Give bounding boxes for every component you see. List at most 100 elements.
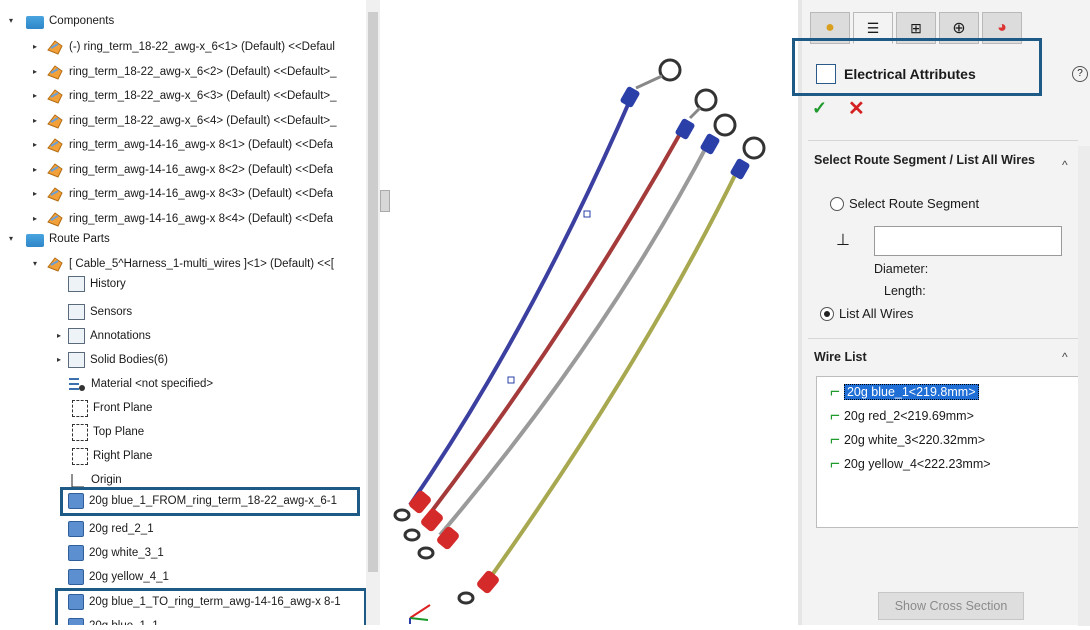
highlight-box [60,487,360,516]
expand-icon[interactable]: ▾ [6,234,16,243]
tree-label: ring_term_awg-14-16_awg-x 8<4> (Default)… [69,212,334,225]
tree-node-sensors[interactable]: Sensors [68,300,132,324]
tree-label: Material <not specified> [91,378,214,390]
harness-model [393,58,766,624]
configuration-icon: ⊞ [910,19,922,36]
wire-list-item[interactable]: ⌐ 20g blue_1<219.8mm> [830,382,979,402]
wire-list-item[interactable]: ⌐ 20g yellow_4<222.23mm> [830,454,991,474]
tree-node-component[interactable]: ▸ ring_term_18-22_awg-x_6<4> (Default) <<… [30,109,337,133]
terminal-top-2[interactable] [674,88,718,140]
part-icon [46,63,64,81]
tree-node-component[interactable]: ▸ ring_term_awg-14-16_awg-x 8<3> (Default… [30,182,333,206]
expand-icon[interactable]: ▸ [30,67,40,76]
section-select-route-header[interactable]: Select Route Segment / List All Wires [814,152,1044,168]
wire-icon: ⌐ [830,430,840,449]
expand-icon[interactable]: ▸ [30,116,40,125]
tree-label: 20g white_3_1 [89,547,164,559]
tree-node-top-plane[interactable]: Top Plane [72,420,144,444]
wire-icon: ⌐ [830,382,840,401]
terminal-bottom-2[interactable] [403,507,445,542]
terminal-bottom-3[interactable] [417,525,461,560]
tree-node-material[interactable]: Material <not specified> [68,372,213,396]
expand-icon[interactable]: ▸ [30,140,40,149]
radio-button[interactable] [820,306,834,321]
ok-check-icon[interactable]: ✓ [812,98,827,119]
tree-label: Components [49,15,115,27]
tree-label: Solid Bodies(6) [90,354,168,366]
tree-scrollbar[interactable] [366,0,380,625]
expand-icon[interactable]: ▸ [30,91,40,100]
wire-red[interactable] [423,124,687,522]
property-manager-icon: ☰ [866,19,880,36]
history-icon [68,276,85,292]
terminal-top-3[interactable] [699,113,737,155]
radio-label: Select Route Segment [849,196,980,211]
tree-node-route-parts[interactable]: ▾ Route Parts [6,227,110,251]
wire-blue[interactable] [408,99,632,507]
tree-label: Right Plane [93,450,153,462]
part-icon [46,87,64,105]
divider [808,140,1078,141]
wire-list-item[interactable]: ⌐ 20g red_2<219.69mm> [830,406,974,426]
expand-icon[interactable]: ▸ [30,42,40,51]
tree-node-right-plane[interactable]: Right Plane [72,444,152,468]
tree-node-component[interactable]: ▸ ring_term_awg-14-16_awg-x 8<2> (Default… [30,158,333,182]
tree-node-component[interactable]: ▸ (-) ring_term_18-22_awg-x_6<1> (Default… [30,35,335,59]
tree-node-components[interactable]: ▾ Components [6,9,114,33]
cancel-x-icon[interactable]: ✕ [848,96,865,121]
terminal-top-1[interactable] [619,58,682,108]
expand-icon[interactable]: ▾ [6,16,16,25]
tree-label: (-) ring_term_18-22_awg-x_6<1> (Default)… [69,41,335,53]
plane-icon [72,399,88,417]
tree-node-solid-bodies[interactable]: ▸ Solid Bodies(6) [54,348,168,372]
part-icon [46,255,64,273]
tree-node-annotations[interactable]: ▸ Annotations [54,324,151,348]
tree-node-component[interactable]: ▸ ring_term_awg-14-16_awg-x 8<1> (Default… [30,133,333,157]
panel-title-text: Electrical Attributes [844,66,976,82]
plane-icon [72,447,88,465]
expand-icon[interactable]: ▾ [30,259,40,268]
tree-node-front-plane[interactable]: Front Plane [72,396,152,420]
tree-label: History [90,278,126,290]
tree-label: 20g yellow_4_1 [89,571,169,583]
expand-icon[interactable]: ▸ [30,214,40,223]
view-triad-icon [409,604,431,624]
expand-icon[interactable]: ▸ [54,355,64,364]
route-item-icon [68,545,84,561]
tree-label: ring_term_18-22_awg-x_6<2> (Default) <<D… [69,65,337,78]
collapse-caret-icon[interactable]: ^ [1062,350,1068,364]
expand-icon[interactable]: ▸ [30,165,40,174]
expand-icon[interactable]: ▸ [30,189,40,198]
tree-node-route-item[interactable]: 20g red_2_1 [68,517,154,541]
show-cross-section-button[interactable]: Show Cross Section [878,592,1024,620]
scrollbar-thumb[interactable] [368,12,378,572]
panel-scrollbar[interactable] [1078,146,1090,626]
tree-node-component[interactable]: ▸ ring_term_18-22_awg-x_6<3> (Default) <<… [30,84,337,108]
wire-white[interactable] [438,139,712,537]
panel-collapse-grip[interactable] [380,190,390,212]
route-segment-input[interactable] [874,226,1062,256]
expand-icon[interactable]: ▸ [54,331,64,340]
tree-node-component[interactable]: ▸ ring_term_18-22_awg-x_6<2> (Default) <<… [30,60,337,84]
help-icon[interactable]: ? [1072,66,1088,82]
tree-label: Route Parts [49,233,110,245]
plane-icon [72,423,88,441]
tree-node-route-item[interactable]: 20g white_3_1 [68,541,164,565]
section-wire-list-header[interactable]: Wire List [814,350,867,364]
collapse-caret-icon[interactable]: ^ [1062,158,1068,172]
terminal-bottom-4[interactable] [457,569,501,605]
electrical-attributes-icon [816,64,836,84]
sensors-icon [68,304,85,320]
graphics-viewport[interactable] [380,0,798,625]
radio-button[interactable] [830,196,844,211]
route-point[interactable] [583,210,591,218]
tree-node-route-item[interactable]: 20g yellow_4_1 [68,565,169,589]
terminal-top-4[interactable] [729,136,766,180]
wire-yellow[interactable] [483,164,742,587]
wire-list-item[interactable]: ⌐ 20g white_3<220.32mm> [830,430,985,450]
route-point[interactable] [507,376,515,384]
tree-node-history[interactable]: History [68,272,126,296]
radio-select-route-segment[interactable]: Select Route Segment [830,196,979,211]
tree-label: [ Cable_5^Harness_1-multi_wires ]<1> (De… [69,258,334,270]
radio-list-all-wires[interactable]: List All Wires [820,306,913,321]
